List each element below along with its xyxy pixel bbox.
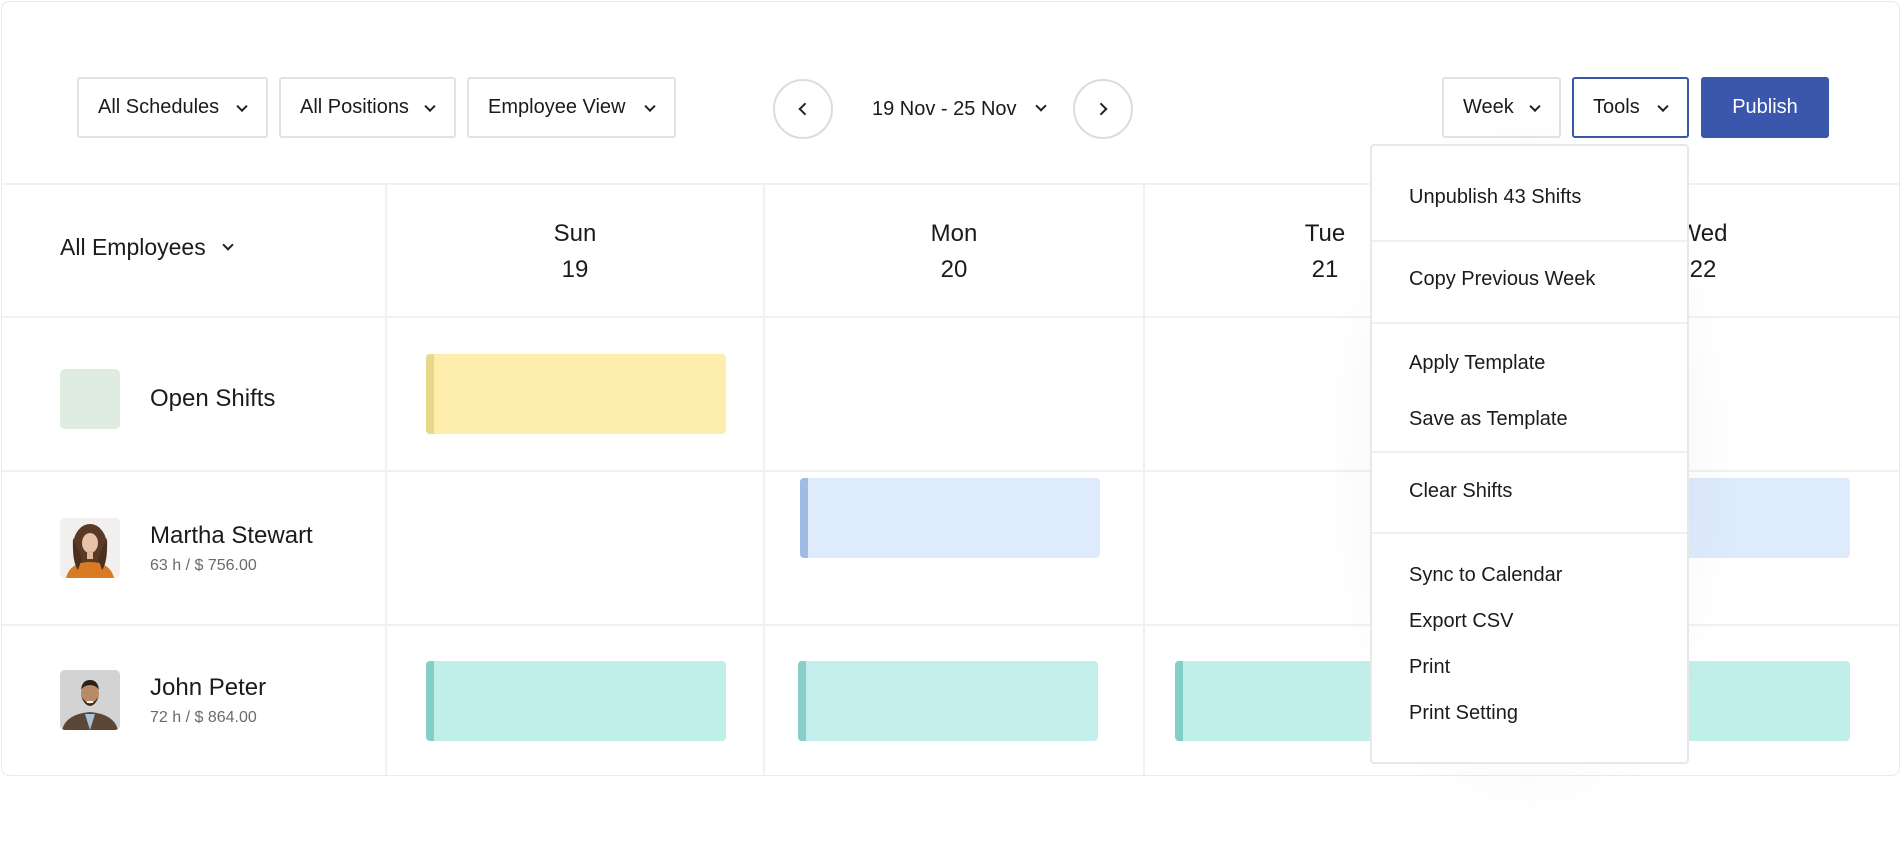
- row-name: John Peter: [150, 674, 267, 701]
- tools-menu: Unpublish 43 Shifts Copy Previous Week A…: [1370, 144, 1689, 764]
- menu-item-unpublish-shifts[interactable]: Unpublish 43 Shifts: [1409, 186, 1581, 209]
- menu-separator: [1372, 532, 1687, 534]
- menu-item-clear-shifts[interactable]: Clear Shifts: [1409, 480, 1512, 503]
- shift-edge: [800, 478, 808, 558]
- day-name: Sun: [553, 220, 597, 247]
- menu-separator: [1372, 322, 1687, 324]
- next-week-button[interactable]: [1073, 79, 1133, 139]
- shift-john-sun[interactable]: [426, 661, 726, 741]
- menu-item-sync-to-calendar[interactable]: Sync to Calendar: [1409, 564, 1562, 587]
- day-date: 19: [561, 256, 589, 283]
- day-date: 20: [940, 256, 968, 283]
- chevron-right-icon: [1094, 102, 1108, 116]
- all-employees-filter[interactable]: All Employees: [60, 234, 234, 261]
- all-positions-label: All Positions: [300, 96, 409, 118]
- chevron-left-icon: [798, 102, 812, 116]
- open-shifts-swatch: [60, 369, 120, 429]
- tools-label: Tools: [1593, 96, 1640, 118]
- all-schedules-select[interactable]: All Schedules: [77, 77, 268, 138]
- row-name: Open Shifts: [150, 385, 276, 412]
- chevron-down-icon: [236, 100, 248, 112]
- tools-button[interactable]: Tools: [1572, 77, 1689, 138]
- all-positions-select[interactable]: All Positions: [279, 77, 456, 138]
- chevron-down-icon: [1529, 100, 1541, 112]
- shift-edge: [798, 661, 806, 741]
- all-employees-label: All Employees: [60, 234, 206, 260]
- view-period-label: Week: [1463, 96, 1514, 118]
- shift-martha-mon[interactable]: [800, 478, 1100, 558]
- all-schedules-label: All Schedules: [98, 96, 220, 118]
- employee-view-select[interactable]: Employee View: [467, 77, 676, 138]
- date-range-label: 19 Nov - 25 Nov: [872, 97, 1017, 120]
- shift-open-sun[interactable]: [426, 354, 726, 434]
- shift-edge: [426, 354, 434, 434]
- row-open-shifts[interactable]: Open Shifts: [60, 369, 275, 429]
- menu-separator: [1372, 451, 1687, 453]
- john-peter-photo: [60, 670, 120, 730]
- previous-week-button[interactable]: [773, 79, 833, 139]
- chevron-down-icon: [644, 100, 656, 112]
- chevron-down-icon: [1034, 100, 1047, 112]
- menu-item-apply-template[interactable]: Apply Template: [1409, 352, 1545, 375]
- day-header-mon: Mon 20: [765, 216, 1143, 288]
- employee-view-label: Employee View: [488, 96, 626, 118]
- publish-button[interactable]: Publish: [1701, 77, 1829, 138]
- menu-separator: [1372, 240, 1687, 242]
- view-period-select[interactable]: Week: [1442, 77, 1561, 138]
- chevron-down-icon: [222, 238, 234, 251]
- row-name: Martha Stewart: [150, 522, 313, 549]
- chevron-down-icon: [424, 100, 436, 112]
- hours-cost-summary: 72 h / $ 864.00: [150, 709, 257, 726]
- avatar: [60, 670, 120, 730]
- day-name: Mon: [930, 220, 978, 247]
- menu-item-copy-previous-week[interactable]: Copy Previous Week: [1409, 268, 1595, 291]
- shift-edge: [426, 661, 434, 741]
- date-range-picker[interactable]: 19 Nov - 25 Nov: [872, 94, 1047, 124]
- menu-item-print[interactable]: Print: [1409, 656, 1450, 679]
- martha-stewart-photo: [60, 518, 120, 578]
- hours-cost-summary: 63 h / $ 756.00: [150, 557, 257, 574]
- avatar: [60, 518, 120, 578]
- menu-item-print-setting[interactable]: Print Setting: [1409, 702, 1518, 725]
- menu-item-save-as-template[interactable]: Save as Template: [1409, 408, 1568, 431]
- row-john-peter[interactable]: John Peter 72 h / $ 864.00: [60, 670, 266, 730]
- row-martha-stewart[interactable]: Martha Stewart 63 h / $ 756.00: [60, 518, 313, 578]
- shift-edge: [1175, 661, 1183, 741]
- day-header-sun: Sun 19: [387, 216, 763, 288]
- menu-item-export-csv[interactable]: Export CSV: [1409, 610, 1513, 633]
- chevron-down-icon: [1657, 100, 1669, 112]
- shift-john-mon[interactable]: [798, 661, 1098, 741]
